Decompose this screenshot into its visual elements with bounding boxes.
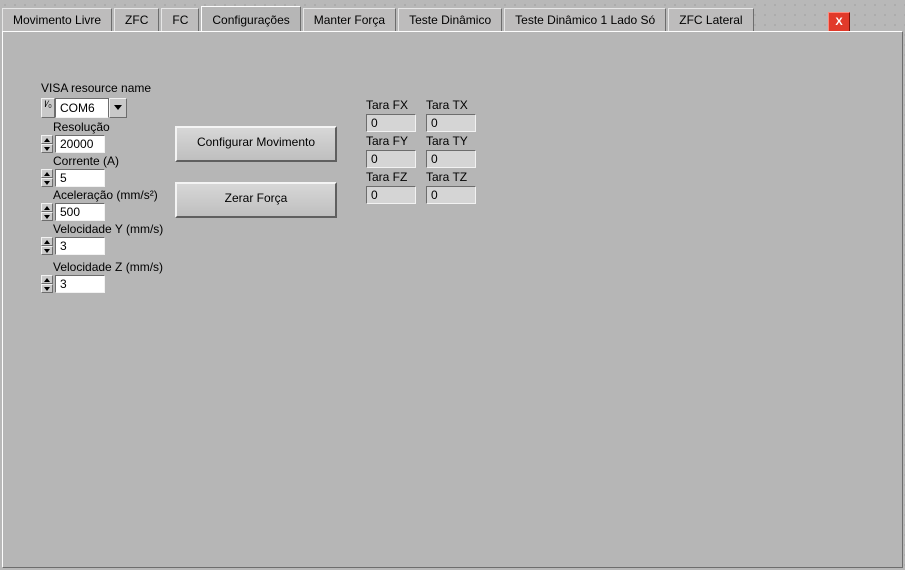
tab-zfc[interactable]: ZFC [114, 8, 159, 32]
tab-page-configuracoes: VISA resource name I⁄₀ COM6 Resolução Co… [2, 31, 903, 568]
indicator-tara-fz: 0 [366, 186, 416, 204]
input-corrente[interactable] [55, 169, 105, 187]
tab-movimento-livre[interactable]: Movimento Livre [2, 8, 112, 32]
label-aceleracao: Aceleração (mm/s²) [53, 188, 158, 202]
label-corrente: Corrente (A) [53, 154, 119, 168]
tab-fc[interactable]: FC [161, 8, 199, 32]
input-resolucao[interactable] [55, 135, 105, 153]
tab-configuracoes[interactable]: Configurações [201, 6, 300, 33]
label-tara-ty: Tara TY [426, 134, 468, 148]
spinner-velocidade-y[interactable] [41, 237, 53, 255]
label-velocidade-y: Velocidade Y (mm/s) [53, 222, 163, 236]
tab-teste-dinamico-1-lado[interactable]: Teste Dinâmico 1 Lado Só [504, 8, 666, 32]
indicator-tara-fy: 0 [366, 150, 416, 168]
input-velocidade-z[interactable] [55, 275, 105, 293]
close-button[interactable]: X [828, 12, 850, 32]
label-tara-fz: Tara FZ [366, 170, 407, 184]
visa-io-icon: I⁄₀ [41, 98, 55, 118]
indicator-tara-tz: 0 [426, 186, 476, 204]
label-tara-tz: Tara TZ [426, 170, 467, 184]
tab-teste-dinamico[interactable]: Teste Dinâmico [398, 8, 502, 32]
indicator-tara-tx: 0 [426, 114, 476, 132]
visa-resource-control[interactable]: I⁄₀ COM6 [41, 98, 127, 118]
spinner-aceleracao[interactable] [41, 203, 53, 221]
input-aceleracao[interactable] [55, 203, 105, 221]
label-velocidade-z: Velocidade Z (mm/s) [53, 260, 163, 274]
button-zerar-forca[interactable]: Zerar Força [175, 182, 337, 218]
input-velocidade-y[interactable] [55, 237, 105, 255]
spinner-corrente[interactable] [41, 169, 53, 187]
visa-value[interactable]: COM6 [55, 98, 109, 118]
label-tara-tx: Tara TX [426, 98, 468, 112]
label-tara-fx: Tara FX [366, 98, 408, 112]
tab-manter-forca[interactable]: Manter Força [303, 8, 396, 32]
label-resolucao: Resolução [53, 120, 110, 134]
visa-dropdown-button[interactable] [109, 98, 127, 118]
chevron-down-icon [114, 105, 122, 111]
indicator-tara-fx: 0 [366, 114, 416, 132]
indicator-tara-ty: 0 [426, 150, 476, 168]
tab-zfc-lateral[interactable]: ZFC Lateral [668, 8, 753, 32]
spinner-velocidade-z[interactable] [41, 275, 53, 293]
label-visa: VISA resource name [41, 81, 151, 95]
tab-strip: Movimento Livre ZFC FC Configurações Man… [2, 8, 756, 32]
spinner-resolucao[interactable] [41, 135, 53, 153]
button-configurar-movimento[interactable]: Configurar Movimento [175, 126, 337, 162]
label-tara-fy: Tara FY [366, 134, 408, 148]
